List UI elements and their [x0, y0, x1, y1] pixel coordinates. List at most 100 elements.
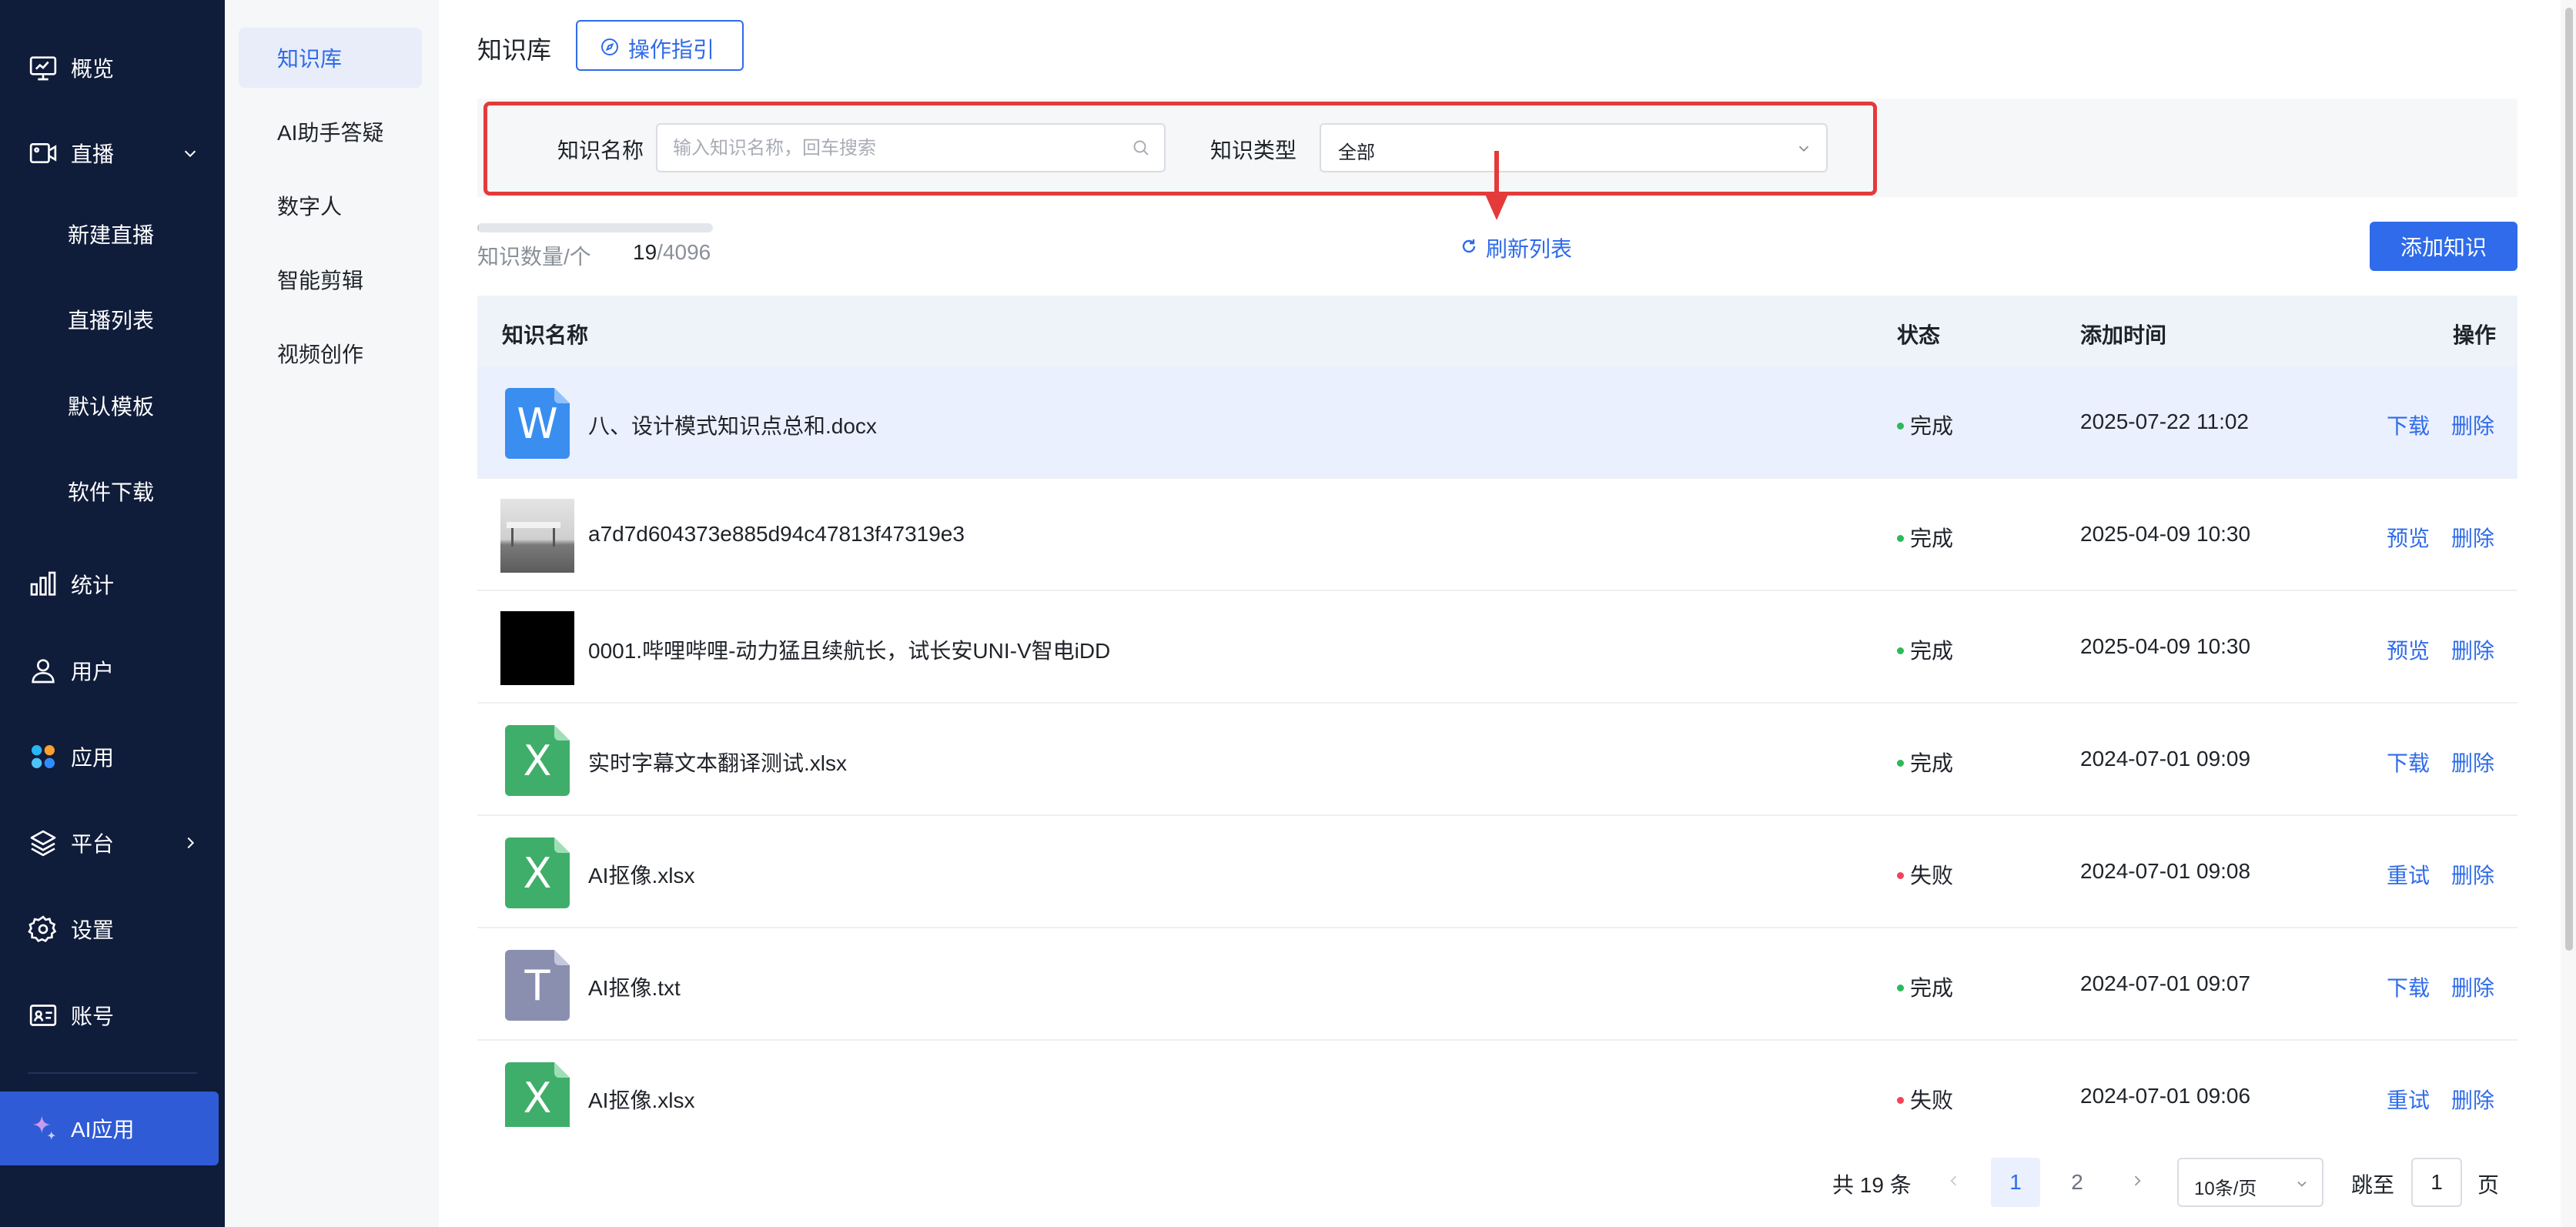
quota-progress-fill	[477, 223, 479, 232]
guide-button[interactable]: 操作指引	[576, 20, 744, 71]
bar-chart-icon	[30, 571, 56, 596]
table-row[interactable]: 0001.哔哩哔哩-动力猛且续航长，试长安UNI-V智电iDD 完成 2025-…	[477, 591, 2517, 704]
nav-item-label: 应用	[71, 746, 115, 770]
quota-progress-bar	[477, 223, 713, 232]
status-text: 完成	[1910, 414, 1954, 438]
preview-button[interactable]: 预览	[2387, 634, 2430, 665]
table-row[interactable]: T AI抠像.txt 完成 2024-07-01 09:07 下载 删除	[477, 928, 2517, 1041]
delete-button[interactable]: 删除	[2451, 971, 2494, 1002]
jump-to-label: 跳至	[2351, 1173, 2395, 1197]
table-row[interactable]: a7d7d604373e885d94c47813f47319e3 完成 2025…	[477, 479, 2517, 591]
file-name: AI抠像.xlsx	[588, 1088, 695, 1112]
nav-item-label: 概览	[71, 57, 115, 81]
chevron-down-icon	[1798, 145, 1809, 152]
table-row[interactable]: W 八、设计模式知识点总和.docx 完成 2025-07-22 11:02 下…	[477, 366, 2517, 479]
word-doc-icon: W	[505, 388, 570, 459]
added-time: 2025-04-09 10:30	[2080, 634, 2251, 658]
knowledge-name-input[interactable]	[671, 125, 1106, 172]
submenu-item-smart-editing[interactable]: 智能剪辑	[239, 249, 422, 309]
submenu-item-knowledge-base[interactable]: 知识库	[239, 28, 422, 88]
file-letter: T	[524, 961, 550, 1010]
scrollbar-thumb[interactable]	[2565, 8, 2573, 951]
file-type-icon: X	[500, 1061, 574, 1127]
added-time: 2024-07-01 09:06	[2080, 1084, 2251, 1108]
quota-value: 19/4096	[633, 240, 711, 265]
text-doc-icon: T	[505, 950, 570, 1021]
delete-button[interactable]: 删除	[2451, 634, 2494, 665]
preview-button[interactable]: 预览	[2387, 522, 2430, 553]
search-icon[interactable]	[1132, 139, 1150, 157]
nav-item-label: 设置	[71, 918, 115, 942]
knowledge-type-select[interactable]: 全部	[1320, 123, 1828, 172]
status-text: 完成	[1910, 639, 1954, 663]
delete-button[interactable]: 删除	[2451, 859, 2494, 890]
chevron-right-icon[interactable]	[2129, 1173, 2145, 1189]
file-type-icon: X	[500, 836, 574, 910]
file-name: 实时字幕文本翻译测试.xlsx	[588, 751, 848, 775]
submenu-item-label: AI助手答疑	[277, 121, 384, 145]
status-dot	[1897, 535, 1904, 543]
page-number-1[interactable]: 1	[1991, 1158, 2040, 1207]
file-name: 0001.哔哩哔哩-动力猛且续航长，试长安UNI-V智电iDD	[588, 639, 1111, 663]
knowledge-table: 知识名称 状态 添加时间 操作 W 八、设计模式知识点总和.docx 完成 20…	[477, 296, 2517, 1127]
nav-item-label: 统计	[71, 573, 115, 597]
status-text: 失败	[1910, 1088, 1954, 1112]
download-button[interactable]: 下载	[2387, 971, 2430, 1002]
nav-item-live[interactable]: 直播	[0, 122, 225, 184]
delete-button[interactable]: 删除	[2451, 1084, 2494, 1115]
nav-item-settings[interactable]: 设置	[0, 898, 225, 960]
submenu-item-digital-human[interactable]: 数字人	[239, 176, 422, 236]
nav-item-new-live[interactable]: 新建直播	[0, 203, 225, 265]
main-sidebar: 概览 直播 新建直播 直播列表 默认模板 软件下载 统计 用户 应用 平台 设置	[0, 0, 225, 1227]
nav-item-software-download[interactable]: 软件下载	[0, 460, 225, 522]
submenu-item-label: 智能剪辑	[277, 269, 364, 293]
table-row[interactable]: X AI抠像.xlsx 失败 2024-07-01 09:06 重试 删除	[477, 1041, 2517, 1127]
page-size-select[interactable]: 10条/页	[2177, 1158, 2323, 1207]
added-time: 2024-07-01 09:09	[2080, 747, 2251, 771]
table-row[interactable]: X 实时字幕文本翻译测试.xlsx 完成 2024-07-01 09:09 下载…	[477, 704, 2517, 816]
column-header-actions: 操作	[2453, 323, 2497, 347]
table-row[interactable]: X AI抠像.xlsx 失败 2024-07-01 09:08 重试 删除	[477, 816, 2517, 928]
file-letter: X	[523, 1073, 552, 1122]
retry-button[interactable]: 重试	[2387, 859, 2430, 890]
nav-item-statistics[interactable]: 统计	[0, 553, 225, 615]
column-header-status: 状态	[1897, 323, 1941, 347]
excel-doc-icon: X	[505, 725, 570, 796]
delete-button[interactable]: 删除	[2451, 410, 2494, 440]
nav-item-label: AI应用	[71, 1118, 135, 1142]
jump-to-page-input[interactable]	[2411, 1158, 2462, 1207]
status-text: 失败	[1910, 864, 1954, 888]
live-icon	[29, 143, 57, 163]
nav-item-platform[interactable]: 平台	[0, 812, 225, 874]
nav-item-apps[interactable]: 应用	[0, 726, 225, 787]
submenu-item-ai-assistant[interactable]: AI助手答疑	[239, 102, 422, 162]
retry-button[interactable]: 重试	[2387, 1084, 2430, 1115]
knowledge-type-value: 全部	[1338, 142, 1375, 163]
chevron-down-icon	[184, 150, 196, 158]
nav-item-label: 平台	[71, 832, 115, 856]
page-scrollbar[interactable]	[2561, 0, 2576, 1227]
added-time: 2025-04-09 10:30	[2080, 522, 2251, 546]
delete-button[interactable]: 删除	[2451, 747, 2494, 777]
nav-item-default-template[interactable]: 默认模板	[0, 375, 225, 436]
chevron-left-icon[interactable]	[1946, 1173, 1962, 1189]
chevron-down-icon	[2297, 1181, 2307, 1187]
nav-item-label: 账号	[71, 1005, 115, 1028]
nav-item-overview[interactable]: 概览	[0, 37, 225, 99]
layers-icon	[30, 830, 56, 857]
submenu-item-video-creation[interactable]: 视频创作	[239, 323, 422, 383]
page-title: 知识库	[477, 36, 552, 64]
status-dot	[1897, 1097, 1904, 1105]
page-number-2[interactable]: 2	[2052, 1158, 2102, 1207]
nav-item-users[interactable]: 用户	[0, 640, 225, 701]
download-button[interactable]: 下载	[2387, 410, 2430, 440]
status-dot	[1897, 985, 1904, 992]
add-knowledge-button[interactable]: 添加知识	[2370, 222, 2517, 271]
status-badge: 失败	[1897, 859, 1953, 890]
nav-item-account[interactable]: 账号	[0, 985, 225, 1046]
nav-item-ai-apps[interactable]: AI应用	[0, 1098, 225, 1159]
nav-item-live-list[interactable]: 直播列表	[0, 289, 225, 350]
delete-button[interactable]: 删除	[2451, 522, 2494, 553]
download-button[interactable]: 下载	[2387, 747, 2430, 777]
nav-item-label: 软件下载	[68, 480, 155, 504]
